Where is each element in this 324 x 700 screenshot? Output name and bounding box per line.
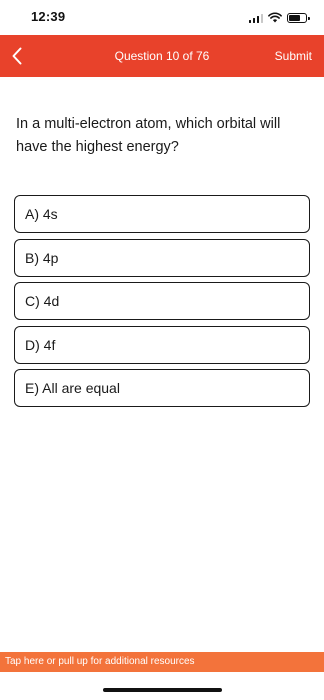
status-bar: 12:39 (0, 0, 324, 34)
answer-option-b[interactable]: B) 4p (14, 238, 310, 277)
answer-option-d[interactable]: D) 4f (14, 325, 310, 364)
header-bar: Question 10 of 76 Submit (0, 35, 324, 77)
submit-button[interactable]: Submit (275, 49, 312, 63)
back-button[interactable] (0, 35, 34, 77)
question-text: In a multi-electron atom, which orbital … (16, 116, 281, 155)
answer-option-a[interactable]: A) 4s (14, 195, 310, 233)
home-indicator[interactable] (103, 688, 222, 692)
additional-resources-bar[interactable]: Tap here or pull up for additional resou… (0, 652, 324, 672)
answer-option-c[interactable]: C) 4d (14, 282, 310, 320)
answer-options: A) 4s B) 4p C) 4d D) 4f E) All are equal (14, 195, 310, 413)
status-icons (248, 11, 311, 23)
battery-icon (287, 13, 310, 23)
answer-option-e[interactable]: E) All are equal (14, 369, 310, 407)
status-time: 12:39 (31, 9, 66, 24)
cellular-signal-icon (248, 13, 263, 23)
chevron-left-icon (12, 47, 22, 65)
wifi-icon (268, 12, 282, 23)
